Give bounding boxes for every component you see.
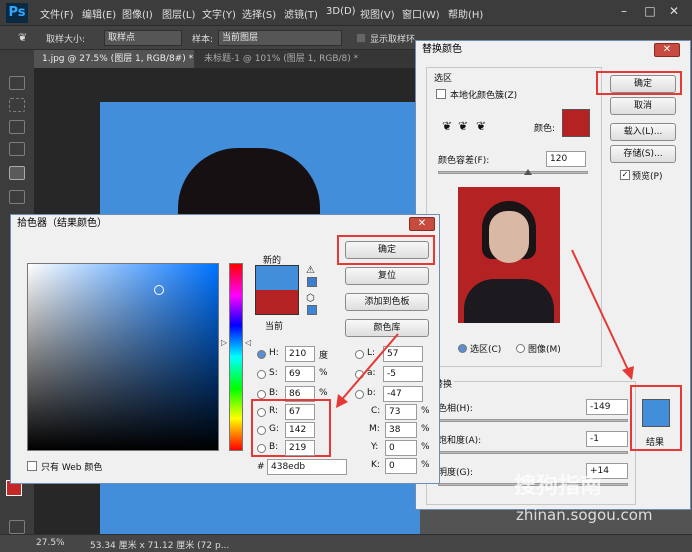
arrow-to-result bbox=[571, 249, 631, 375]
arrow-to-rgb bbox=[337, 333, 399, 405]
zoom-level[interactable]: 27.5% bbox=[36, 538, 65, 548]
annotation-arrows bbox=[336, 249, 634, 408]
arrow-to-result-head bbox=[622, 366, 634, 380]
document-info[interactable]: 53.34 厘米 x 71.12 厘米 (72 p... bbox=[90, 538, 229, 551]
arrow-to-rgb-head bbox=[336, 394, 348, 408]
status-bar: 27.5% 53.34 厘米 x 71.12 厘米 (72 p... bbox=[0, 534, 692, 552]
